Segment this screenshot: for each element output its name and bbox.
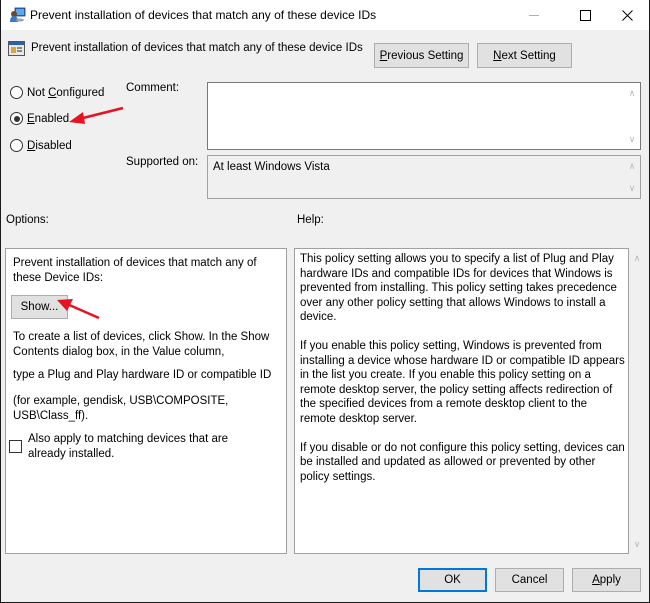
apply-button[interactable]: Apply [572,568,641,592]
minimize-button[interactable] [511,0,557,30]
options-instructions-3: (for example, gendisk, USB\COMPOSITE, US… [13,395,229,422]
apply-accel: A [592,574,600,586]
radio-not-configured-label: Not Configured [27,86,105,99]
maximize-button[interactable] [562,0,608,30]
options-instructions-1: To create a list of devices, click Show.… [13,331,270,358]
help-paragraph: If you enable this policy setting, Windo… [300,340,625,425]
help-paragraph: If you disable or do not configure this … [300,441,625,483]
help-scrollbar[interactable]: ∧ ∨ [629,248,645,554]
supported-scrollbar[interactable]: ∧ ∨ [624,156,640,198]
radio-disabled[interactable]: Disabled [10,139,72,152]
next-setting-accel: N [493,49,502,62]
options-instructions-2: type a Plug and Play hardware ID or comp… [13,369,272,381]
cancel-button[interactable]: Cancel [495,568,564,592]
radio-enabled[interactable]: Enabled [10,112,69,125]
supported-on-label: Supported on: [126,156,199,168]
already-installed-checkbox[interactable] [9,440,22,453]
options-description: Prevent installation of devices that mat… [13,257,257,284]
maximize-icon [579,9,591,21]
radio-enabled-circle[interactable] [10,112,23,125]
minimize-icon [529,15,539,16]
supported-on-value: At least Windows Vista [213,161,330,173]
comment-scrollbar[interactable]: ∧ ∨ [624,83,640,149]
scroll-up-icon[interactable]: ∧ [629,250,645,266]
ok-button[interactable]: OK [418,568,487,592]
setting-title: Prevent installation of devices that mat… [31,42,363,54]
annotation-arrow-show [57,299,100,320]
help-label: Help: [297,214,324,226]
help-paragraph: This policy setting allows you to specif… [300,253,617,323]
comment-textarea[interactable]: ∧ ∨ [207,82,641,150]
radio-enabled-label: Enabled [27,112,70,125]
annotation-arrow-enabled [69,106,124,124]
apply-label: pply [599,574,621,586]
options-label: Options: [6,214,49,226]
radio-disabled-label: Disabled [27,139,72,152]
scroll-up-icon[interactable]: ∧ [624,158,640,174]
help-text: This policy setting allows you to specif… [300,252,625,499]
radio-not-configured-circle[interactable] [10,86,23,99]
scroll-down-icon[interactable]: ∨ [624,180,640,196]
close-button[interactable] [604,0,650,30]
scroll-down-icon[interactable]: ∨ [624,131,640,147]
previous-setting-label: revious Setting [387,49,464,62]
title-bar[interactable]: Prevent installation of devices that mat… [1,0,649,30]
options-panel: Prevent installation of devices that mat… [5,248,287,554]
policy-setting-icon [8,41,25,56]
previous-setting-accel: P [379,49,388,62]
policy-dialog-window: Prevent installation of devices that mat… [0,0,650,603]
radio-disabled-circle[interactable] [10,139,23,152]
supported-on-field: At least Windows Vista ∧ ∨ [207,155,641,199]
scroll-down-icon[interactable]: ∨ [629,536,645,552]
radio-not-configured[interactable]: Not Configured [10,86,104,99]
comment-label: Comment: [126,82,180,94]
close-icon [621,9,633,21]
already-installed-label[interactable]: Also apply to matching devices that are … [28,432,268,461]
next-setting-label: ext Setting [501,49,556,62]
window-title: Prevent installation of devices that mat… [30,8,377,22]
next-setting-button[interactable]: Next Setting [477,43,572,68]
help-panel: This policy setting allows you to specif… [294,248,629,554]
previous-setting-button[interactable]: Previous Setting [374,43,469,68]
scroll-up-icon[interactable]: ∧ [624,85,640,101]
policy-app-icon [10,7,26,22]
